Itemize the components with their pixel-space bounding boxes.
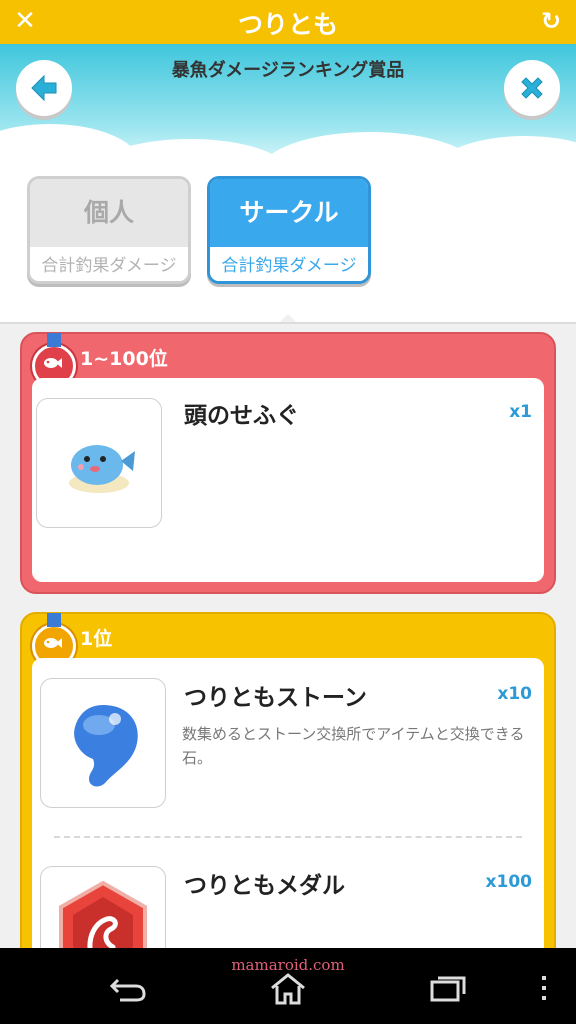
rank-label: 1~100位 — [80, 348, 168, 370]
item-quantity: x1 — [509, 402, 532, 422]
blue-stone-icon — [74, 705, 138, 787]
app-title: つりとも — [237, 10, 338, 39]
item-name: つりともメダル — [184, 873, 345, 899]
reward-items: つりともストーン x10 数集めるとストーン交換所でアイテムと交換できる石。 つ… — [32, 658, 544, 950]
header-banner: 暴魚ダメージランキング賞品 — [0, 44, 576, 164]
tab-label: 個人 — [30, 179, 188, 247]
red-medal-icon — [59, 880, 147, 950]
reward-card: 1位 つりともストーン x10 数集めるとストーン交換所でアイテムと交換できる石… — [20, 612, 556, 950]
reward-card: 1~100位 頭のせふぐ x1 — [20, 332, 556, 594]
item-quantity: x10 — [497, 684, 532, 704]
tab-sublabel: 合計釣果ダメージ — [30, 247, 188, 281]
item-name: 頭のせふぐ — [184, 403, 299, 429]
arrow-left-icon — [31, 74, 57, 102]
system-nav-bar: mamaroid.com — [0, 948, 576, 1024]
refresh-icon[interactable]: ↻ — [536, 6, 566, 36]
item-thumbnail — [40, 678, 166, 808]
item-thumbnail — [40, 866, 166, 950]
page-title: 暴魚ダメージランキング賞品 — [171, 60, 405, 81]
reward-list[interactable]: 1~100位 頭のせふぐ x1 1位 つりともストーン x10 数集めるとストー… — [0, 322, 576, 950]
home-nav-icon[interactable] — [268, 972, 308, 1006]
tab-label: サークル — [210, 179, 368, 247]
item-divider — [54, 836, 522, 838]
item-description: 数集めるとストーン交換所でアイテムと交換できる石。 — [182, 725, 525, 767]
menu-dots-icon[interactable] — [536, 972, 552, 1004]
item-thumbnail — [36, 398, 162, 528]
tab-circle[interactable]: サークル 合計釣果ダメージ — [207, 176, 371, 284]
back-nav-icon[interactable] — [108, 972, 148, 1004]
tab-sublabel: 合計釣果ダメージ — [210, 247, 368, 281]
close-icon — [521, 77, 543, 99]
back-button[interactable] — [16, 60, 72, 116]
recent-apps-icon[interactable] — [428, 972, 468, 1004]
rank-label: 1位 — [80, 628, 113, 650]
tab-personal[interactable]: 個人 合計釣果ダメージ — [27, 176, 191, 284]
cloud-decoration — [430, 136, 576, 164]
pufferfish-icon — [69, 445, 135, 493]
fish-icon — [44, 358, 62, 368]
close-button[interactable] — [504, 60, 560, 116]
fish-icon — [44, 638, 62, 648]
item-quantity: x100 — [485, 872, 532, 892]
reward-items: 頭のせふぐ x1 — [32, 378, 544, 582]
tabs-area: 個人 合計釣果ダメージ サークル 合計釣果ダメージ — [0, 164, 576, 328]
item-name: つりともストーン — [184, 685, 367, 711]
top-bar: ✕ つりとも ↻ — [0, 0, 576, 44]
